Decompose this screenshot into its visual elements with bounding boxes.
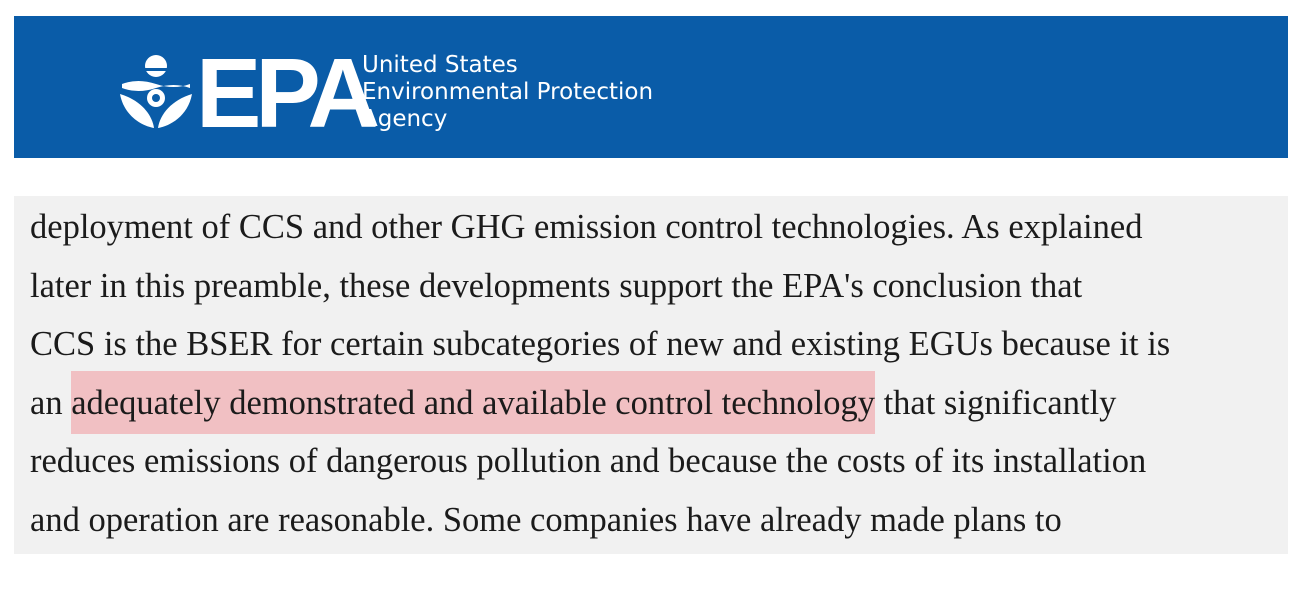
agency-name-line-3: Agency (362, 106, 448, 132)
agency-name: United States Environmental Protection A… (362, 52, 653, 133)
excerpt-line-4-after: that significantly (874, 383, 1117, 422)
excerpt-paragraph: deployment of CCS and other GHG emission… (30, 198, 1280, 549)
excerpt-line-3: CCS is the BSER for certain subcategorie… (30, 325, 1171, 363)
agency-name-line-1: United States (362, 52, 518, 78)
excerpt-line-4-before: an (30, 383, 72, 422)
epa-logo-acronym: EPA (196, 38, 378, 148)
excerpt-line-1: deployment of CCS and other GHG emission… (30, 208, 1143, 246)
excerpt-line-5: reduces emissions of dangerous pollution… (30, 442, 1147, 480)
excerpt-line-2: later in this preamble, these developmen… (30, 266, 1083, 305)
epa-flower-logo-icon (120, 55, 192, 128)
highlighted-phrase: adequately demonstrated and available co… (71, 370, 875, 434)
epa-header-banner: EPA United States Environmental Protecti… (14, 16, 1288, 158)
page: EPA United States Environmental Protecti… (0, 0, 1304, 612)
excerpt-line-4: an adequately demonstrated and available… (30, 370, 1280, 434)
quoted-excerpt: deployment of CCS and other GHG emission… (14, 196, 1288, 554)
agency-name-line-2: Environmental Protection (362, 79, 654, 105)
excerpt-line-6: and operation are reasonable. Some compa… (30, 500, 1062, 539)
